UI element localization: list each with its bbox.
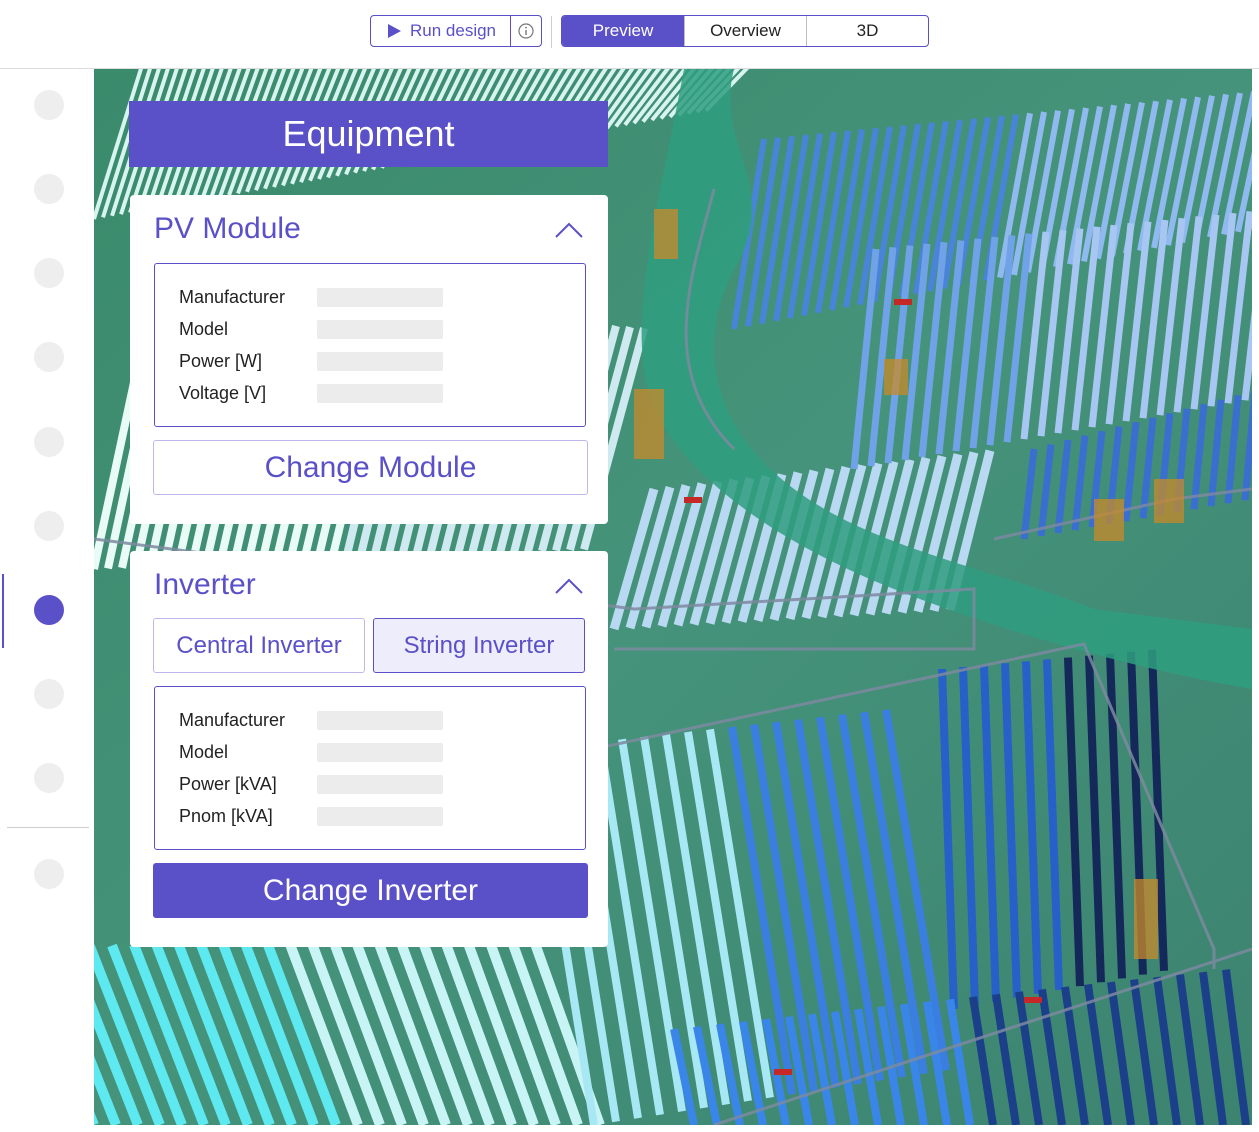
spec-label: Manufacturer bbox=[179, 286, 286, 307]
info-icon bbox=[518, 23, 534, 39]
pv-module-card: PV Module Manufacturer Model Power [W] V… bbox=[130, 195, 608, 524]
spec-value bbox=[317, 742, 443, 762]
spec-row: Pnom [kVA] bbox=[179, 805, 579, 827]
change-module-button[interactable]: Change Module bbox=[153, 440, 588, 495]
play-icon bbox=[388, 24, 401, 38]
sidebar-step-settings[interactable] bbox=[34, 859, 64, 889]
view-tabs: Preview Overview 3D bbox=[561, 15, 929, 47]
sidebar-step-7-active[interactable] bbox=[34, 595, 64, 625]
spec-row: Power [kVA] bbox=[179, 773, 579, 795]
inverter-station bbox=[1094, 499, 1124, 541]
spec-row: Model bbox=[179, 318, 579, 340]
run-design-label: Run design bbox=[410, 21, 497, 40]
spec-label: Voltage [V] bbox=[179, 382, 267, 403]
sidebar-step-8[interactable] bbox=[34, 679, 64, 709]
spec-value bbox=[317, 806, 443, 826]
spec-row: Power [W] bbox=[179, 350, 579, 372]
string-inverter-option[interactable]: String Inverter bbox=[373, 618, 585, 673]
inverter-station bbox=[634, 389, 664, 459]
spec-value bbox=[317, 287, 443, 307]
run-design-group: Run design bbox=[370, 15, 542, 47]
spec-row: Manufacturer bbox=[179, 286, 579, 308]
pv-module-title: PV Module bbox=[154, 212, 301, 245]
combiner-box bbox=[1024, 997, 1042, 1003]
pv-module-specs: Manufacturer Model Power [W] Voltage [V] bbox=[154, 263, 586, 427]
inverter-specs: Manufacturer Model Power [kVA] Pnom [kVA… bbox=[154, 686, 586, 850]
spec-label: Manufacturer bbox=[179, 709, 286, 730]
inverter-station bbox=[1154, 479, 1184, 523]
tab-3d[interactable]: 3D bbox=[806, 16, 928, 46]
spec-value bbox=[317, 774, 443, 794]
toolbar-divider bbox=[551, 16, 552, 48]
combiner-box bbox=[684, 497, 702, 503]
step-sidebar bbox=[0, 69, 93, 1132]
spec-row: Model bbox=[179, 741, 579, 763]
spec-value bbox=[317, 319, 443, 339]
sidebar-step-5[interactable] bbox=[34, 427, 64, 457]
chevron-up-icon[interactable] bbox=[554, 221, 584, 239]
combiner-box bbox=[774, 1069, 792, 1075]
sidebar-step-1[interactable] bbox=[34, 90, 64, 120]
sidebar-divider bbox=[7, 827, 89, 828]
equipment-title: Equipment bbox=[129, 101, 608, 167]
spec-value bbox=[317, 351, 443, 371]
sidebar-step-9[interactable] bbox=[34, 763, 64, 793]
spec-value bbox=[317, 383, 443, 403]
spec-label: Model bbox=[179, 741, 229, 762]
central-inverter-option[interactable]: Central Inverter bbox=[153, 618, 365, 673]
inverter-station bbox=[884, 359, 908, 395]
tab-preview[interactable]: Preview bbox=[562, 16, 684, 46]
top-toolbar: Run design Preview Overview 3D bbox=[0, 0, 1259, 69]
chevron-up-icon[interactable] bbox=[554, 577, 584, 595]
tab-overview[interactable]: Overview bbox=[684, 16, 806, 46]
spec-row: Voltage [V] bbox=[179, 382, 579, 404]
spec-label: Power [W] bbox=[179, 350, 263, 371]
sidebar-step-3[interactable] bbox=[34, 258, 64, 288]
spec-label: Model bbox=[179, 318, 229, 339]
inverter-title: Inverter bbox=[154, 568, 256, 601]
change-inverter-button[interactable]: Change Inverter bbox=[153, 863, 588, 918]
run-design-button[interactable]: Run design bbox=[371, 16, 510, 46]
active-step-indicator bbox=[2, 574, 4, 648]
spec-value bbox=[317, 710, 443, 730]
info-button[interactable] bbox=[510, 16, 541, 46]
inverter-station bbox=[1134, 879, 1158, 959]
combiner-box bbox=[894, 299, 912, 305]
spec-label: Pnom [kVA] bbox=[179, 805, 273, 826]
sidebar-step-6[interactable] bbox=[34, 511, 64, 541]
sidebar-step-2[interactable] bbox=[34, 174, 64, 204]
inverter-card: Inverter Central Inverter String Inverte… bbox=[130, 551, 608, 947]
inverter-station bbox=[654, 209, 678, 259]
sidebar-step-4[interactable] bbox=[34, 342, 64, 372]
spec-label: Power [kVA] bbox=[179, 773, 277, 794]
spec-row: Manufacturer bbox=[179, 709, 579, 731]
